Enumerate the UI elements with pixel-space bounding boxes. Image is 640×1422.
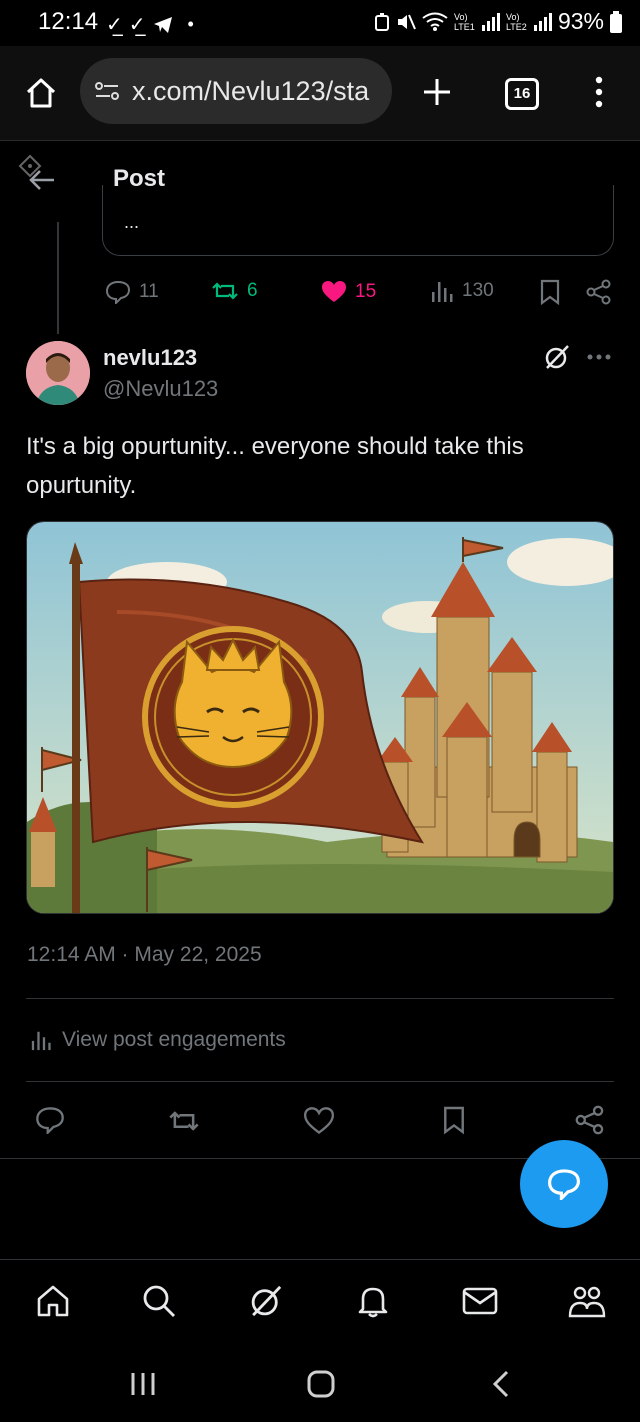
communities-icon[interactable] xyxy=(567,1283,607,1319)
repost-icon[interactable] xyxy=(168,1108,200,1134)
home-icon[interactable] xyxy=(24,76,58,110)
divider xyxy=(26,998,614,999)
arrow-left-icon[interactable] xyxy=(28,168,56,192)
post-timestamp: 12:14 AM · May 22, 2025 xyxy=(27,943,262,966)
signal-icon xyxy=(533,12,552,31)
battery-icon xyxy=(610,10,622,33)
like-metric[interactable]: 15 xyxy=(321,280,376,304)
repost-count: 6 xyxy=(247,280,258,301)
view-count: 130 xyxy=(462,280,494,301)
search-icon[interactable] xyxy=(141,1283,177,1319)
mail-icon[interactable] xyxy=(461,1283,499,1319)
telegram-icon xyxy=(153,16,172,33)
home-button-icon[interactable] xyxy=(306,1369,336,1399)
reply-count: 11 xyxy=(139,281,159,302)
home-icon[interactable] xyxy=(35,1283,71,1319)
post-image[interactable] xyxy=(26,521,614,914)
recent-apps-icon[interactable] xyxy=(129,1371,157,1397)
bottom-navigation xyxy=(0,1259,640,1346)
tab-switcher-button[interactable]: 16 xyxy=(505,78,539,110)
display-name[interactable]: nevlu123 xyxy=(103,345,197,371)
like-count: 15 xyxy=(355,281,377,302)
compose-icon xyxy=(548,1169,580,1200)
notification-icons: ✓̲ ✓̲ • xyxy=(106,12,194,37)
thread-line xyxy=(57,222,59,334)
divider xyxy=(26,1081,614,1082)
system-navigation xyxy=(0,1345,640,1422)
bell-icon[interactable] xyxy=(355,1283,391,1319)
heart-icon[interactable] xyxy=(304,1107,334,1135)
menu-icon[interactable] xyxy=(592,76,606,108)
check-icon: ✓̲ xyxy=(106,14,123,36)
lte2-label: Vo) LTE2 xyxy=(505,11,527,32)
battery-percent: 93% xyxy=(557,8,604,34)
avatar[interactable] xyxy=(26,341,90,405)
back-icon[interactable] xyxy=(490,1369,512,1399)
reply-compose-button[interactable] xyxy=(520,1140,608,1228)
grok-icon[interactable] xyxy=(543,343,571,371)
more-icon[interactable] xyxy=(587,353,611,361)
heart-icon xyxy=(322,281,346,302)
status-right: Vo) LTE1 Vo) LTE2 93% xyxy=(374,8,622,35)
browser-toolbar: x.com/Nevlu123/sta 16 xyxy=(0,46,640,141)
views-icon xyxy=(432,282,453,302)
reply-icon[interactable] xyxy=(35,1106,65,1134)
bookmark-icon[interactable] xyxy=(442,1105,466,1135)
lte1-label: Vo) LTE1 xyxy=(453,11,475,32)
quoted-ellipsis: ... xyxy=(124,212,140,232)
share-icon[interactable] xyxy=(575,1105,605,1135)
address-bar[interactable]: x.com/Nevlu123/sta xyxy=(80,58,392,124)
castle-flag-illustration xyxy=(27,522,613,913)
status-bar: 12:14 ✓̲ ✓̲ • Vo) LTE1 Vo) LTE2 93% xyxy=(0,0,640,46)
reply-metric[interactable]: 11 xyxy=(105,280,159,304)
view-engagements-link[interactable]: View post engagements xyxy=(30,1028,286,1052)
views-icon xyxy=(31,1031,51,1051)
dot-icon: • xyxy=(187,14,194,34)
signal-icon xyxy=(481,12,500,31)
avatar-image xyxy=(26,341,90,405)
wifi-icon xyxy=(422,12,448,31)
views-metric[interactable]: 130 xyxy=(430,280,494,302)
handle[interactable]: @Nevlu123 xyxy=(103,376,218,402)
quoted-post-card[interactable] xyxy=(102,185,614,256)
check-icon: ✓̲ xyxy=(128,14,146,36)
status-time: 12:14 xyxy=(38,8,99,35)
new-tab-icon[interactable] xyxy=(421,76,453,108)
alarm-icon xyxy=(374,12,389,31)
grok-icon[interactable] xyxy=(248,1283,284,1319)
repost-metric[interactable]: 6 xyxy=(211,280,258,302)
engagements-label: View post engagements xyxy=(62,1028,286,1051)
reply-icon xyxy=(105,280,131,304)
bookmark-icon[interactable] xyxy=(539,279,561,305)
repost-icon xyxy=(212,282,238,300)
mute-icon xyxy=(397,14,416,29)
site-settings-icon[interactable] xyxy=(94,80,120,102)
post-text: It's a big opurtunity... everyone should… xyxy=(26,433,524,499)
share-icon[interactable] xyxy=(586,279,612,305)
url-text[interactable]: x.com/Nevlu123/sta xyxy=(132,76,384,107)
